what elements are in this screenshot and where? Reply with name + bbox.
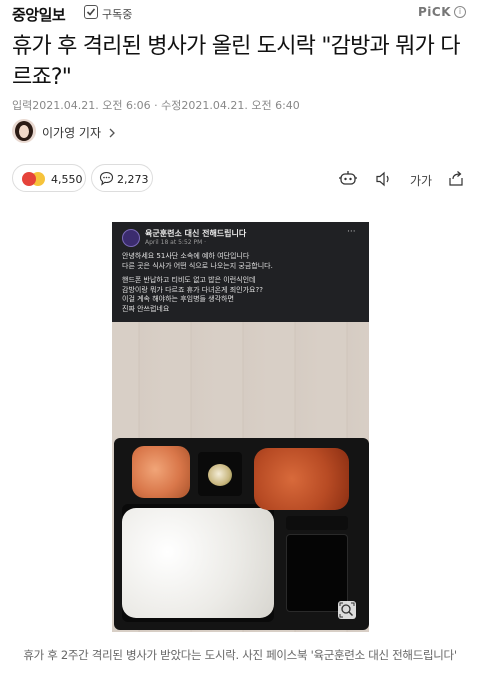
share-icon[interactable] [447, 170, 465, 188]
post-line: 감방이랑 뭐가 다르죠 휴가 다녀온게 죄인가요?? [122, 285, 263, 294]
speaker-icon[interactable] [374, 170, 394, 188]
comment-icon [99, 171, 114, 186]
side-dish [208, 464, 232, 486]
article-headline: 휴가 후 격리된 병사가 올린 도시락 "감방과 뭐가 다르죠?" [12, 34, 460, 90]
reaction-count: 4,550 [51, 173, 83, 186]
kimchi [132, 446, 190, 498]
subscribe-status[interactable]: 구독중 [102, 6, 132, 22]
facebook-post-screenshot: 육군훈련소 대신 전해드립니다 April 18 at 5:52 PM · ··… [112, 222, 369, 322]
chevron-right-icon [109, 128, 115, 138]
check-icon[interactable] [84, 5, 98, 19]
lunch-tray [114, 438, 369, 630]
modified-time: 수정2021.04.21. 오전 6:40 [161, 99, 300, 112]
post-line: 다른 곳은 식사가 어떤 식으로 나오는지 궁금합니다. [122, 261, 273, 270]
comment-button[interactable]: 2,273 [91, 164, 153, 192]
author-link[interactable]: 이가영 기자 [42, 124, 116, 141]
article-meta: 입력2021.04.21. 오전 6:06 · 수정2021.04.21. 오전… [12, 97, 300, 113]
photo-caption: 휴가 후 2주간 격리된 병사가 받았다는 도시락. 사진 페이스북 '육군훈련… [23, 648, 457, 662]
main-dish [254, 448, 349, 510]
reaction-button[interactable]: 4,550 [12, 164, 86, 192]
page-avatar [122, 229, 140, 247]
more-icon: ··· [347, 227, 356, 237]
rice [122, 508, 274, 618]
article-photo[interactable]: 육군훈련소 대신 전해드립니다 April 18 at 5:52 PM · ··… [112, 222, 369, 632]
post-text: 안녕하세요 51사단 소속에 예하 여단입니다 다른 곳은 식사가 어떤 식으로… [122, 252, 362, 314]
post-line: 진짜 안쓰럽네요 [122, 304, 170, 313]
post-date: April 18 at 5:52 PM · [145, 239, 207, 246]
post-line: 안녕하세요 51사단 소속에 예하 여단입니다 [122, 252, 250, 260]
font-size-icon[interactable]: 가가 [410, 172, 432, 189]
top-bar: 중앙일보 구독중 PiCK i [0, 0, 480, 26]
comment-count: 2,273 [117, 173, 149, 186]
zoom-icon[interactable] [338, 601, 356, 619]
pick-label[interactable]: PiCK [418, 5, 451, 19]
angry-emoji-icon [22, 172, 36, 186]
published-time: 입력2021.04.21. 오전 6:06 [12, 99, 151, 112]
author-name: 이가영 기자 [42, 126, 102, 140]
author-avatar[interactable] [12, 119, 36, 143]
press-logo[interactable]: 중앙일보 [12, 4, 66, 25]
post-line: 이걸 계속 해야하는 후임병들 생각하면 [122, 295, 234, 303]
page-name: 육군훈련소 대신 전해드립니다 [145, 229, 247, 238]
robot-summary-icon[interactable] [338, 170, 358, 188]
info-icon[interactable]: i [454, 6, 466, 18]
post-line: 핸드폰 반납하고 티비도 없고 밥은 이런식인데 [122, 276, 256, 284]
